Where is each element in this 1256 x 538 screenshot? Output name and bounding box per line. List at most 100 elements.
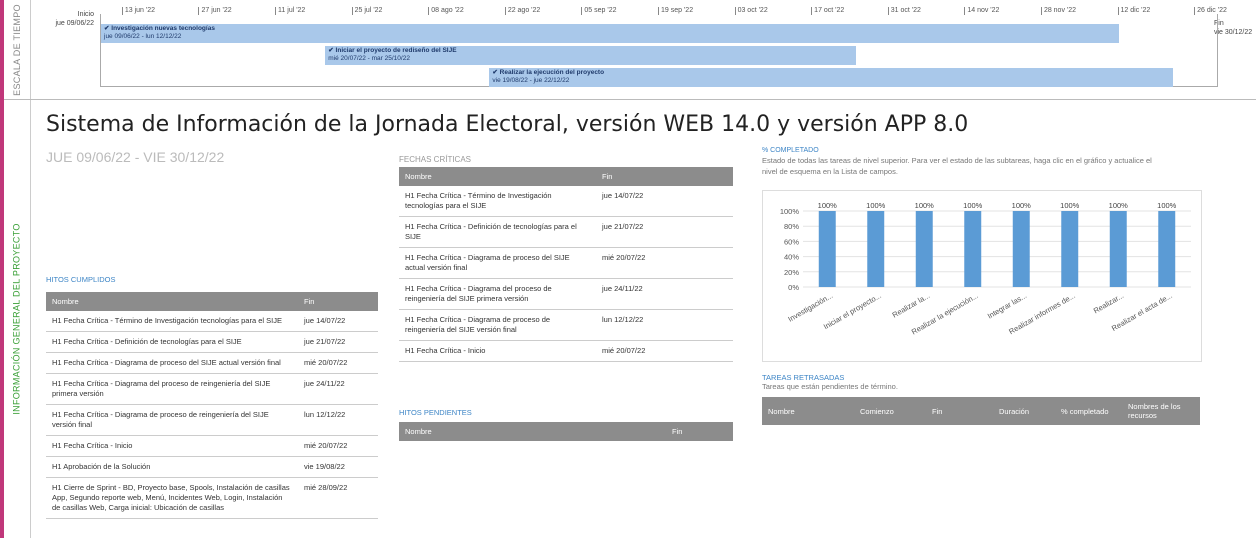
fechas-criticas-table: Nombre Fin H1 Fecha Crítica - Término de… xyxy=(399,167,733,362)
tareas-retrasadas-description: Tareas que están pendientes de término. xyxy=(762,382,898,391)
y-tick-label: 100% xyxy=(780,207,800,216)
chart-bar xyxy=(1109,211,1127,287)
hitos-pendientes-label: HITOS PENDIENTES xyxy=(399,408,472,417)
timeline-start: Inicio xyxy=(77,11,94,18)
table-row[interactable]: H1 Fecha Crítica - Definición de tecnolo… xyxy=(399,216,733,248)
data-label: 100% xyxy=(866,201,886,210)
gantt-task-dates: mié 20/07/22 - mar 25/10/22 xyxy=(328,55,410,62)
milestone-name-cell: H1 Fecha Crítica - Diagrama de proceso d… xyxy=(399,247,596,279)
fechas-criticas-label: FECHAS CRÍTICAS xyxy=(399,155,472,164)
table-row[interactable]: H1 Aprobación de la Solución vie 19/08/22 xyxy=(46,456,378,478)
milestone-date-cell: mié 20/07/22 xyxy=(298,435,378,457)
table-row[interactable]: H1 Fecha Crítica - Inicio mié 20/07/22 xyxy=(399,340,733,362)
column-header[interactable]: Nombre xyxy=(399,167,596,186)
data-label: 100% xyxy=(818,201,838,210)
table-row[interactable]: H1 Fecha Crítica - Diagrama del proceso … xyxy=(399,278,733,310)
milestone-name-cell: H1 Cierre de Sprint - BD, Proyecto base,… xyxy=(46,477,298,519)
milestone-date-cell: vie 19/08/22 xyxy=(298,456,378,478)
gantt-task-dates: vie 19/08/22 - jue 22/12/22 xyxy=(492,77,570,84)
milestone-name-cell: H1 Fecha Crítica - Diagrama de proceso d… xyxy=(46,404,298,436)
column-header[interactable]: Nombre xyxy=(399,422,666,441)
milestone-date-cell: jue 24/11/22 xyxy=(298,373,378,405)
column-header[interactable]: Duración xyxy=(993,397,1055,425)
hitos-pendientes-table: Nombre Fin xyxy=(399,422,733,441)
timeline-bars-area: ✔ Investigación nuevas tecnologías jue 09… xyxy=(100,14,1218,87)
chart-bar xyxy=(1061,211,1079,287)
project-date-range: JUE 09/06/22 - VIE 30/12/22 xyxy=(46,149,225,165)
table-row[interactable]: H1 Fecha Crítica - Diagrama de proceso d… xyxy=(46,352,378,374)
milestone-name-cell: H1 Fecha Crítica - Definición de tecnolo… xyxy=(46,331,298,353)
milestone-name-cell: H1 Aprobación de la Solución xyxy=(46,456,298,478)
milestone-date-cell: mié 20/07/22 xyxy=(298,352,378,374)
hitos-cumplidos-label: HITOS CUMPLIDOS xyxy=(46,275,116,284)
table-row[interactable]: H1 Fecha Crítica - Término de Investigac… xyxy=(399,186,733,217)
completado-chart[interactable]: 0% 20% 40% 60% 80% 100% 100% Investigación... 10… xyxy=(762,190,1202,362)
chart-bar xyxy=(964,211,982,287)
milestone-date-cell: lun 12/12/22 xyxy=(596,309,733,341)
y-tick-label: 60% xyxy=(784,237,799,246)
milestone-name-cell: H1 Fecha Crítica - Diagrama de proceso d… xyxy=(399,309,596,341)
timeline-end: Fin vie 30/12/22 xyxy=(1214,20,1253,36)
gantt-task-title: Investigación nuevas tecnologías xyxy=(111,25,215,32)
milestone-date-cell: jue 24/11/22 xyxy=(596,278,733,310)
table-row[interactable]: H1 Fecha Crítica - Diagrama del proceso … xyxy=(46,373,378,405)
table-row[interactable]: H1 Fecha Crítica - Término de Investigac… xyxy=(46,311,378,332)
milestone-name-cell: H1 Fecha Crítica - Diagrama del proceso … xyxy=(46,373,298,405)
milestone-date-cell: jue 14/07/22 xyxy=(596,186,733,217)
hitos-cumplidos-table: Nombre Fin H1 Fecha Crítica - Término de… xyxy=(46,292,378,519)
y-tick-label: 40% xyxy=(784,253,799,262)
milestone-name-cell: H1 Fecha Crítica - Definición de tecnolo… xyxy=(399,216,596,248)
milestone-date-cell: jue 21/07/22 xyxy=(596,216,733,248)
table-row[interactable]: H1 Fecha Crítica - Diagrama de proceso d… xyxy=(46,404,378,436)
milestone-name-cell: H1 Fecha Crítica - Diagrama del proceso … xyxy=(399,278,596,310)
tareas-retrasadas-table: Nombre Comienzo Fin Duración % completad… xyxy=(762,397,1200,425)
gantt-task-title: Realizar la ejecución del proyecto xyxy=(499,69,605,76)
chart-bar xyxy=(867,211,885,287)
x-tick-label: Integrar las... xyxy=(986,291,1028,321)
gantt-task-bar[interactable]: ✔ Iniciar el proyecto de rediseño del SI… xyxy=(325,46,856,65)
data-label: 100% xyxy=(963,201,983,210)
y-tick-label: 20% xyxy=(784,268,799,277)
milestone-name-cell: H1 Fecha Crítica - Inicio xyxy=(399,340,596,362)
completado-label: % COMPLETADO xyxy=(762,147,819,154)
milestone-name-cell: H1 Fecha Crítica - Diagrama de proceso d… xyxy=(46,352,298,374)
gantt-task-bar[interactable]: ✔ Realizar la ejecución del proyecto vie … xyxy=(489,68,1174,87)
tareas-retrasadas-label: TAREAS RETRASADAS xyxy=(762,373,845,382)
y-tick-label: 80% xyxy=(784,222,799,231)
milestone-date-cell: mié 28/09/22 xyxy=(298,477,378,519)
column-header[interactable]: Fin xyxy=(926,397,993,425)
x-tick-label: Realizar la... xyxy=(891,291,932,320)
column-header[interactable]: Nombre xyxy=(46,292,298,311)
timeline-start-date: jue 09/06/22 xyxy=(55,20,94,27)
table-row[interactable]: H1 Cierre de Sprint - BD, Proyecto base,… xyxy=(46,477,378,519)
page-title: Sistema de Información de la Jornada Ele… xyxy=(46,112,969,137)
milestone-name-cell: H1 Fecha Crítica - Término de Investigac… xyxy=(399,186,596,217)
gantt-task-bar[interactable]: ✔ Investigación nuevas tecnologías jue 09… xyxy=(101,24,1119,43)
completado-description: Estado de todas las tareas de nivel supe… xyxy=(762,156,1152,176)
checkmark-icon: ✔ xyxy=(328,47,336,54)
column-header[interactable]: Nombre xyxy=(762,397,854,425)
milestone-date-cell: lun 12/12/22 xyxy=(298,404,378,436)
checkmark-icon: ✔ xyxy=(492,69,500,76)
table-row[interactable]: H1 Fecha Crítica - Diagrama de proceso d… xyxy=(399,309,733,341)
completado-chart-svg: 0% 20% 40% 60% 80% 100% 100% Investigación... 10… xyxy=(780,201,1191,336)
data-label: 100% xyxy=(1060,201,1080,210)
data-label: 100% xyxy=(1012,201,1032,210)
chart-bar xyxy=(1012,211,1030,287)
column-header[interactable]: Fin xyxy=(666,422,733,441)
column-header[interactable]: Fin xyxy=(596,167,733,186)
gantt-task-title: Iniciar el proyecto de rediseño del SIJE xyxy=(335,47,457,54)
chart-bar xyxy=(915,211,933,287)
project-info-side-label: INFORMACIÓN GENERAL DEL PROYECTO xyxy=(4,100,31,538)
column-header[interactable]: Nombres de los recursos xyxy=(1122,397,1200,425)
table-row[interactable]: H1 Fecha Crítica - Inicio mié 20/07/22 xyxy=(46,435,378,457)
milestone-date-cell: jue 14/07/22 xyxy=(298,311,378,332)
table-row[interactable]: H1 Fecha Crítica - Definición de tecnolo… xyxy=(46,331,378,353)
timeline-panel[interactable]: Inicio jue 09/06/22 Fin vie 30/12/22 13 … xyxy=(4,0,1256,100)
column-header[interactable]: Comienzo xyxy=(854,397,926,425)
table-row[interactable]: H1 Fecha Crítica - Diagrama de proceso d… xyxy=(399,247,733,279)
column-header[interactable]: % completado xyxy=(1055,397,1122,425)
column-header[interactable]: Fin xyxy=(298,292,378,311)
data-label: 100% xyxy=(1109,201,1129,210)
milestone-name-cell: H1 Fecha Crítica - Inicio xyxy=(46,435,298,457)
